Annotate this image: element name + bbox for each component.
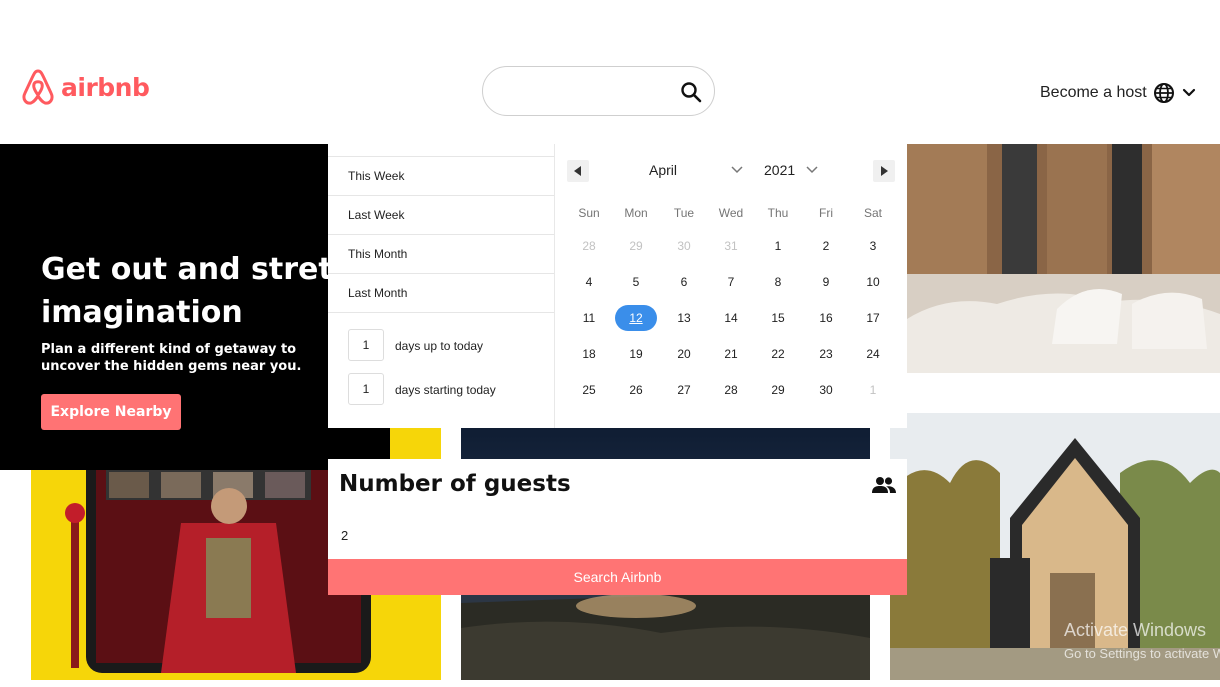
year-select-value: 2021	[764, 162, 796, 178]
calendar-day[interactable]: 30	[805, 377, 847, 403]
caret-right-icon	[881, 166, 888, 176]
weekday-sun: Sun	[578, 206, 600, 220]
calendar-day[interactable]: 31	[710, 233, 752, 259]
days-up-to-today-label: days up to today	[395, 339, 484, 353]
calendar-day[interactable]: 6	[663, 269, 705, 295]
calendar-day[interactable]: 1	[757, 233, 799, 259]
calendar-day[interactable]: 7	[710, 269, 752, 295]
prev-month-button[interactable]	[567, 160, 589, 182]
calendar: April 2021 Sun Mon Tue Wed Thu Fri Sat 2…	[555, 144, 907, 428]
preset-this-week[interactable]: This Week	[328, 156, 554, 195]
calendar-day[interactable]: 3	[852, 233, 894, 259]
calendar-day[interactable]: 11	[568, 305, 610, 331]
calendar-day[interactable]: 23	[805, 341, 847, 367]
preset-last-week[interactable]: Last Week	[328, 195, 554, 234]
calendar-day[interactable]: 4	[568, 269, 610, 295]
calendar-day[interactable]: 16	[805, 305, 847, 331]
year-select[interactable]: 2021	[764, 162, 818, 178]
calendar-day[interactable]: 17	[852, 305, 894, 331]
hero-subtitle: Plan a different kind of getaway to unco…	[41, 342, 302, 374]
airbnb-logo-icon	[22, 69, 54, 105]
globe-icon[interactable]	[1153, 82, 1175, 104]
calendar-day[interactable]: 18	[568, 341, 610, 367]
preset-divider	[328, 312, 554, 313]
guests-count-input[interactable]	[339, 523, 863, 547]
calendar-day-selected[interactable]: 12	[615, 305, 657, 331]
search-airbnb-button[interactable]: Search Airbnb	[328, 559, 907, 595]
calendar-day[interactable]: 5	[615, 269, 657, 295]
preset-last-month[interactable]: Last Month	[328, 273, 554, 312]
calendar-day[interactable]: 21	[710, 341, 752, 367]
calendar-day[interactable]: 2	[805, 233, 847, 259]
calendar-day[interactable]: 28	[710, 377, 752, 403]
weekday-wed: Wed	[718, 206, 744, 220]
calendar-day[interactable]: 27	[663, 377, 705, 403]
calendar-day[interactable]: 1	[852, 377, 894, 403]
month-select-value: April	[649, 162, 678, 178]
windows-activation-hint: Go to Settings to activate Windows.	[1064, 646, 1220, 661]
chevron-down-icon	[731, 166, 743, 174]
calendar-day[interactable]: 13	[663, 305, 705, 331]
header-search-bar[interactable]	[482, 66, 715, 116]
calendar-day[interactable]: 29	[615, 233, 657, 259]
chevron-down-icon[interactable]	[1181, 85, 1197, 101]
calendar-day[interactable]: 24	[852, 341, 894, 367]
days-up-to-today-input[interactable]: 1	[348, 329, 384, 361]
airbnb-logo[interactable]: airbnb	[21, 68, 150, 106]
weekday-tue: Tue	[673, 206, 695, 220]
windows-activation-watermark: Activate Windows	[1064, 620, 1207, 640]
host-menu: Become a host	[1040, 80, 1220, 106]
calendar-day[interactable]: 29	[757, 377, 799, 403]
guests-title: Number of guests	[339, 471, 571, 497]
calendar-day[interactable]: 28	[568, 233, 610, 259]
calendar-day[interactable]: 15	[757, 305, 799, 331]
date-range-picker: This Week Last Week This Month Last Mont…	[328, 144, 907, 428]
next-month-button[interactable]	[873, 160, 895, 182]
days-starting-today-label: days starting today	[395, 383, 496, 397]
date-presets: This Week Last Week This Month Last Mont…	[328, 144, 555, 428]
room-interior-image	[907, 144, 1220, 373]
guests-panel: Number of guests Search Airbnb	[328, 459, 907, 595]
month-select[interactable]: April	[649, 162, 743, 178]
search-icon[interactable]	[680, 81, 702, 103]
become-host-link[interactable]: Become a host	[1040, 84, 1147, 102]
search-input[interactable]	[501, 79, 675, 105]
brand-name: airbnb	[61, 72, 150, 102]
preset-this-month[interactable]: This Month	[328, 234, 554, 273]
calendar-day[interactable]: 30	[663, 233, 705, 259]
calendar-day[interactable]: 22	[757, 341, 799, 367]
weekday-mon: Mon	[624, 206, 648, 220]
weekday-sat: Sat	[863, 206, 882, 220]
weekday-fri: Fri	[819, 206, 833, 220]
caret-left-icon	[574, 166, 581, 176]
calendar-day[interactable]: 20	[663, 341, 705, 367]
people-icon	[872, 477, 896, 493]
calendar-day[interactable]: 26	[615, 377, 657, 403]
calendar-day[interactable]: 8	[757, 269, 799, 295]
explore-nearby-button[interactable]: Explore Nearby	[41, 394, 181, 430]
calendar-day[interactable]: 14	[710, 305, 752, 331]
days-starting-today-input[interactable]: 1	[348, 373, 384, 405]
chevron-down-icon	[806, 166, 818, 174]
calendar-day[interactable]: 9	[805, 269, 847, 295]
calendar-day[interactable]: 10	[852, 269, 894, 295]
weekday-thu: Thu	[767, 206, 789, 220]
calendar-day[interactable]: 19	[615, 341, 657, 367]
calendar-day[interactable]: 25	[568, 377, 610, 403]
